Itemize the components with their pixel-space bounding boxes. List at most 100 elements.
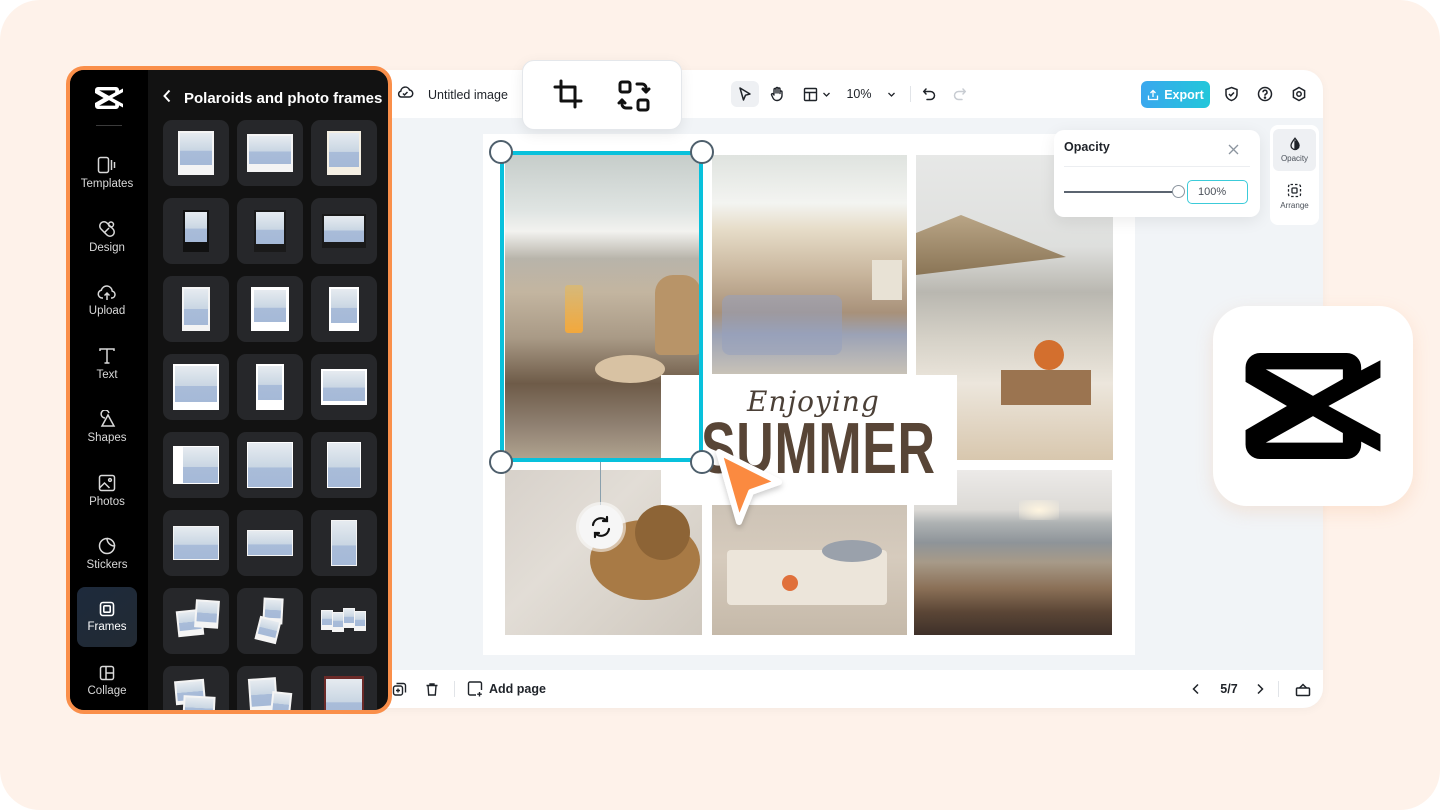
frame-option[interactable]	[311, 432, 377, 498]
rail-item-label: Design	[89, 242, 125, 254]
rail-item-stickers[interactable]: Stickers	[77, 524, 137, 584]
rail-item-label: Collage	[87, 685, 127, 697]
frame-option[interactable]	[163, 510, 229, 576]
next-page-button[interactable]	[1250, 676, 1270, 702]
add-page-button[interactable]: Add page	[467, 676, 546, 702]
hand-icon	[770, 86, 783, 102]
rail-item-label: Upload	[88, 304, 126, 317]
undo-button[interactable]	[918, 81, 940, 107]
opacity-drop-icon	[1289, 137, 1300, 151]
frames-grid	[163, 120, 377, 710]
back-button[interactable]	[162, 89, 172, 107]
zoom-dropdown-button[interactable]	[884, 81, 898, 107]
frame-option[interactable]	[311, 588, 377, 654]
opacity-slider-thumb[interactable]	[1171, 185, 1185, 198]
shield-check-icon	[1224, 86, 1238, 102]
frame-option[interactable]	[237, 354, 303, 420]
frame-option[interactable]	[237, 666, 303, 710]
frame-option[interactable]	[163, 198, 229, 264]
frame-option[interactable]	[163, 432, 229, 498]
shield-button[interactable]	[1220, 81, 1242, 107]
rail-item-photos[interactable]: Photos	[77, 461, 137, 521]
capcut-logo[interactable]	[95, 87, 123, 114]
property-sidebar: Opacity Arrange	[1270, 125, 1319, 225]
frame-option[interactable]	[311, 198, 377, 264]
toolbar-divider	[910, 86, 911, 102]
frame-option[interactable]	[311, 276, 377, 342]
collapse-pages-button[interactable]	[1292, 676, 1314, 702]
opacity-value-input[interactable]: 100%	[1187, 180, 1248, 204]
rail-item-shapes[interactable]: Shapes	[77, 397, 137, 457]
upload-cloud-icon	[97, 284, 116, 300]
shapes-icon	[100, 410, 116, 427]
export-button[interactable]: Export	[1141, 81, 1210, 108]
document-title[interactable]: Untitled image	[428, 88, 508, 102]
frame-option[interactable]	[237, 432, 303, 498]
frame-option[interactable]	[163, 276, 229, 342]
resize-handle-top-left[interactable]	[489, 140, 513, 164]
frames-icon	[99, 601, 115, 617]
frame-option[interactable]	[163, 588, 229, 654]
rail-item-collage[interactable]: Collage	[77, 651, 137, 710]
frame-option[interactable]	[311, 666, 377, 710]
top-toolbar: Untitled image 10% Export	[330, 70, 1323, 118]
rail-item-label: Frames	[87, 621, 127, 633]
close-icon	[1228, 144, 1239, 155]
layout-dropdown[interactable]	[800, 81, 834, 107]
rail-item-text[interactable]: Text	[77, 334, 137, 394]
redo-button[interactable]	[948, 81, 970, 107]
rail-item-upload[interactable]: Upload	[77, 270, 137, 330]
bottom-divider	[454, 681, 455, 697]
rail-item-templates[interactable]: Templates	[77, 143, 137, 203]
crop-button[interactable]	[553, 79, 585, 116]
design-icon	[99, 221, 115, 237]
frame-option[interactable]	[237, 588, 303, 654]
rotate-connector	[600, 462, 601, 506]
delete-page-button[interactable]	[421, 676, 443, 702]
rail-item-label: Photos	[89, 496, 125, 508]
rail-divider	[96, 125, 122, 126]
duplicate-icon	[392, 682, 406, 696]
frame-option[interactable]	[237, 198, 303, 264]
frame-option[interactable]	[237, 510, 303, 576]
hand-tool-button[interactable]	[763, 81, 791, 107]
rotate-button[interactable]	[579, 505, 623, 549]
photo-picnic-blanket-sand[interactable]	[712, 155, 907, 374]
page-tray-icon	[1295, 682, 1311, 696]
zoom-value[interactable]: 10%	[844, 81, 874, 107]
rail-item-label: Templates	[80, 178, 134, 190]
app-logo-tile	[1213, 306, 1413, 506]
capcut-logo-icon	[95, 87, 123, 109]
opacity-property-button[interactable]: Opacity	[1273, 129, 1316, 171]
frame-option[interactable]	[163, 354, 229, 420]
chevron-down-icon	[823, 92, 830, 97]
frame-option[interactable]	[237, 276, 303, 342]
resize-handle-top-right[interactable]	[690, 140, 714, 164]
stickers-icon	[98, 537, 116, 555]
collage-icon	[99, 665, 115, 681]
selection-box[interactable]	[500, 151, 703, 462]
crop-icon	[553, 79, 583, 109]
rail-item-frames[interactable]: Frames	[77, 587, 137, 647]
arrange-icon	[1287, 183, 1302, 197]
previous-page-button[interactable]	[1186, 676, 1206, 702]
help-button[interactable]	[1254, 81, 1276, 107]
arrange-property-button[interactable]: Arrange	[1273, 175, 1316, 217]
frame-option[interactable]	[163, 120, 229, 186]
resize-handle-bottom-left[interactable]	[489, 450, 513, 474]
replace-button[interactable]	[617, 79, 651, 118]
close-opacity-button[interactable]	[1228, 142, 1239, 160]
frame-option[interactable]	[163, 666, 229, 710]
frame-option[interactable]	[311, 354, 377, 420]
add-page-label: Add page	[489, 682, 546, 696]
settings-button[interactable]	[1288, 81, 1310, 107]
rail-item-design[interactable]: Design	[77, 207, 137, 267]
frame-option[interactable]	[237, 120, 303, 186]
opacity-property-label: Opacity	[1280, 154, 1309, 163]
rail-item-label: Text	[96, 369, 118, 381]
select-tool-button[interactable]	[731, 81, 759, 107]
frame-option[interactable]	[311, 510, 377, 576]
frame-option[interactable]	[311, 120, 377, 186]
cloud-saved-icon[interactable]	[396, 84, 414, 105]
opacity-slider-track[interactable]	[1064, 191, 1178, 193]
